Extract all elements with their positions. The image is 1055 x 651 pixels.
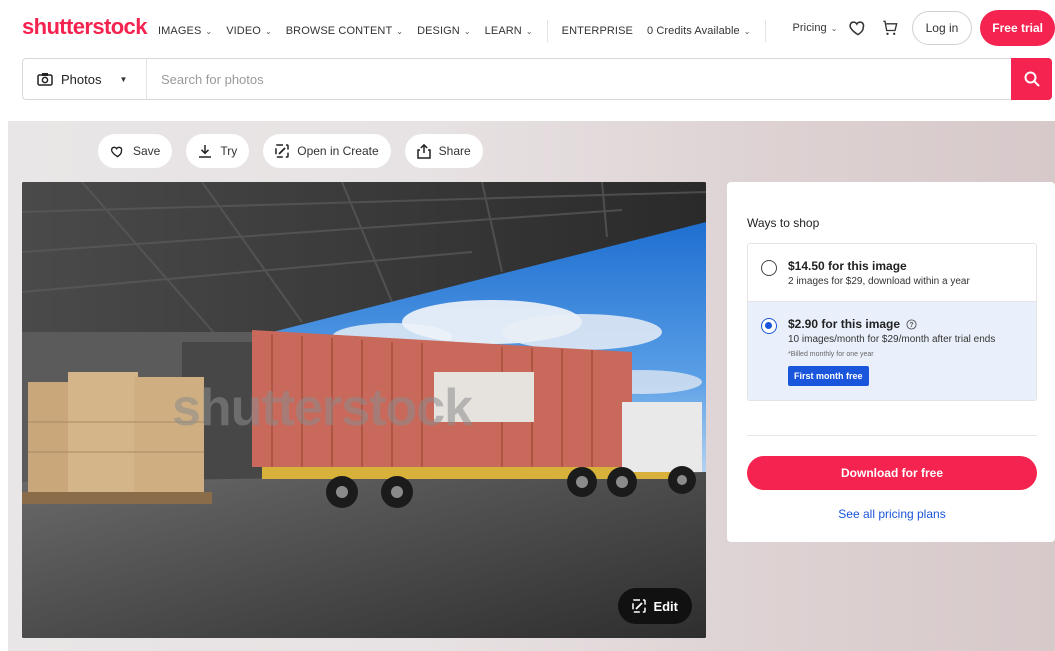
download-button[interactable]: Download for free xyxy=(747,456,1037,490)
login-button[interactable]: Log in xyxy=(911,11,973,45)
shutterstock-watermark: shutterstock xyxy=(172,379,473,437)
option-note: *Billed monthly for one year xyxy=(788,351,874,358)
pricing-options: $14.50 for this image 2 images for $29, … xyxy=(747,243,1037,401)
option-description: 10 images/month for $29/month after tria… xyxy=(788,334,996,345)
pricing-option-single[interactable]: $14.50 for this image 2 images for $29, … xyxy=(748,244,1036,302)
shutterstock-logo[interactable]: shutterstock xyxy=(22,14,147,40)
pricing-option-subscription[interactable]: $2.90 for this image ? 10 images/month f… xyxy=(748,302,1036,400)
chevron-down-icon: ⌄ xyxy=(463,26,471,36)
see-all-pricing-link[interactable]: See all pricing plans xyxy=(747,507,1037,521)
pricing-dropdown[interactable]: Pricing ⌄ xyxy=(792,22,837,34)
edit-icon xyxy=(632,599,647,613)
credits-dropdown[interactable]: 0 Credits Available ⌄ xyxy=(647,25,751,37)
chevron-down-icon: ⌄ xyxy=(743,26,751,36)
chevron-down-icon: ⌄ xyxy=(830,23,838,33)
help-icon[interactable]: ? xyxy=(906,318,917,330)
search-bar: Photos ▼ xyxy=(22,58,1052,100)
image-detail-area: Save Try Open in Create Share shuttersto… xyxy=(8,121,1055,651)
search-button[interactable] xyxy=(1011,58,1052,100)
edit-button[interactable]: Edit xyxy=(618,588,692,624)
nav-divider xyxy=(764,20,766,42)
share-icon xyxy=(416,143,431,159)
nav-learn[interactable]: LEARN ⌄ xyxy=(485,25,533,37)
create-edit-icon xyxy=(275,144,289,158)
image-actions: Save Try Open in Create Share xyxy=(98,134,497,168)
free-trial-button[interactable]: Free trial xyxy=(980,10,1055,46)
nav-design[interactable]: DESIGN ⌄ xyxy=(417,25,471,37)
heart-icon[interactable] xyxy=(848,18,868,38)
chevron-down-icon: ⌄ xyxy=(525,26,533,36)
ways-to-shop-panel: Ways to shop $14.50 for this image 2 ima… xyxy=(727,182,1055,542)
chevron-down-icon: ⌄ xyxy=(205,26,213,36)
panel-title: Ways to shop xyxy=(747,216,820,230)
search-input[interactable] xyxy=(147,59,1011,99)
option-price: $2.90 for this image ? xyxy=(788,317,1026,331)
chevron-down-icon: ⌄ xyxy=(396,26,404,36)
account-controls: Pricing ⌄ Log in Free trial xyxy=(792,10,1055,46)
stock-photo[interactable]: shutterstock Edit xyxy=(22,182,706,638)
top-navigation: shutterstock IMAGES ⌄ VIDEO ⌄ BROWSE CONTE… xyxy=(0,0,1055,56)
open-in-create-button[interactable]: Open in Create xyxy=(263,134,391,168)
nav-video[interactable]: VIDEO ⌄ xyxy=(226,25,272,37)
nav-images[interactable]: IMAGES ⌄ xyxy=(158,25,212,37)
nav-browse-content[interactable]: BROWSE CONTENT ⌄ xyxy=(286,25,403,37)
try-button[interactable]: Try xyxy=(186,134,250,168)
camera-icon xyxy=(37,73,53,86)
nav-enterprise[interactable]: ENTERPRISE xyxy=(562,25,633,37)
main-menu: IMAGES ⌄ VIDEO ⌄ BROWSE CONTENT ⌄ DESIGN ⌄ L… xyxy=(158,20,780,42)
chevron-down-icon: ⌄ xyxy=(264,26,272,36)
heart-icon xyxy=(110,146,123,158)
cart-icon[interactable] xyxy=(880,18,900,38)
option-description: 2 images for $29, download within a year xyxy=(788,276,970,287)
search-type-dropdown[interactable]: Photos ▼ xyxy=(23,59,147,99)
download-icon xyxy=(199,145,212,158)
divider xyxy=(747,435,1037,436)
search-icon xyxy=(1024,71,1039,87)
radio-button[interactable] xyxy=(761,318,777,334)
radio-button[interactable] xyxy=(761,260,777,276)
first-month-free-badge: First month free xyxy=(788,366,869,386)
search-type-label: Photos xyxy=(61,71,102,87)
option-price: $14.50 for this image xyxy=(788,259,907,273)
share-button[interactable]: Share xyxy=(404,134,483,168)
nav-divider xyxy=(546,20,548,42)
svg-text:?: ? xyxy=(909,321,913,328)
caret-down-icon: ▼ xyxy=(119,74,128,84)
save-button[interactable]: Save xyxy=(98,134,173,168)
